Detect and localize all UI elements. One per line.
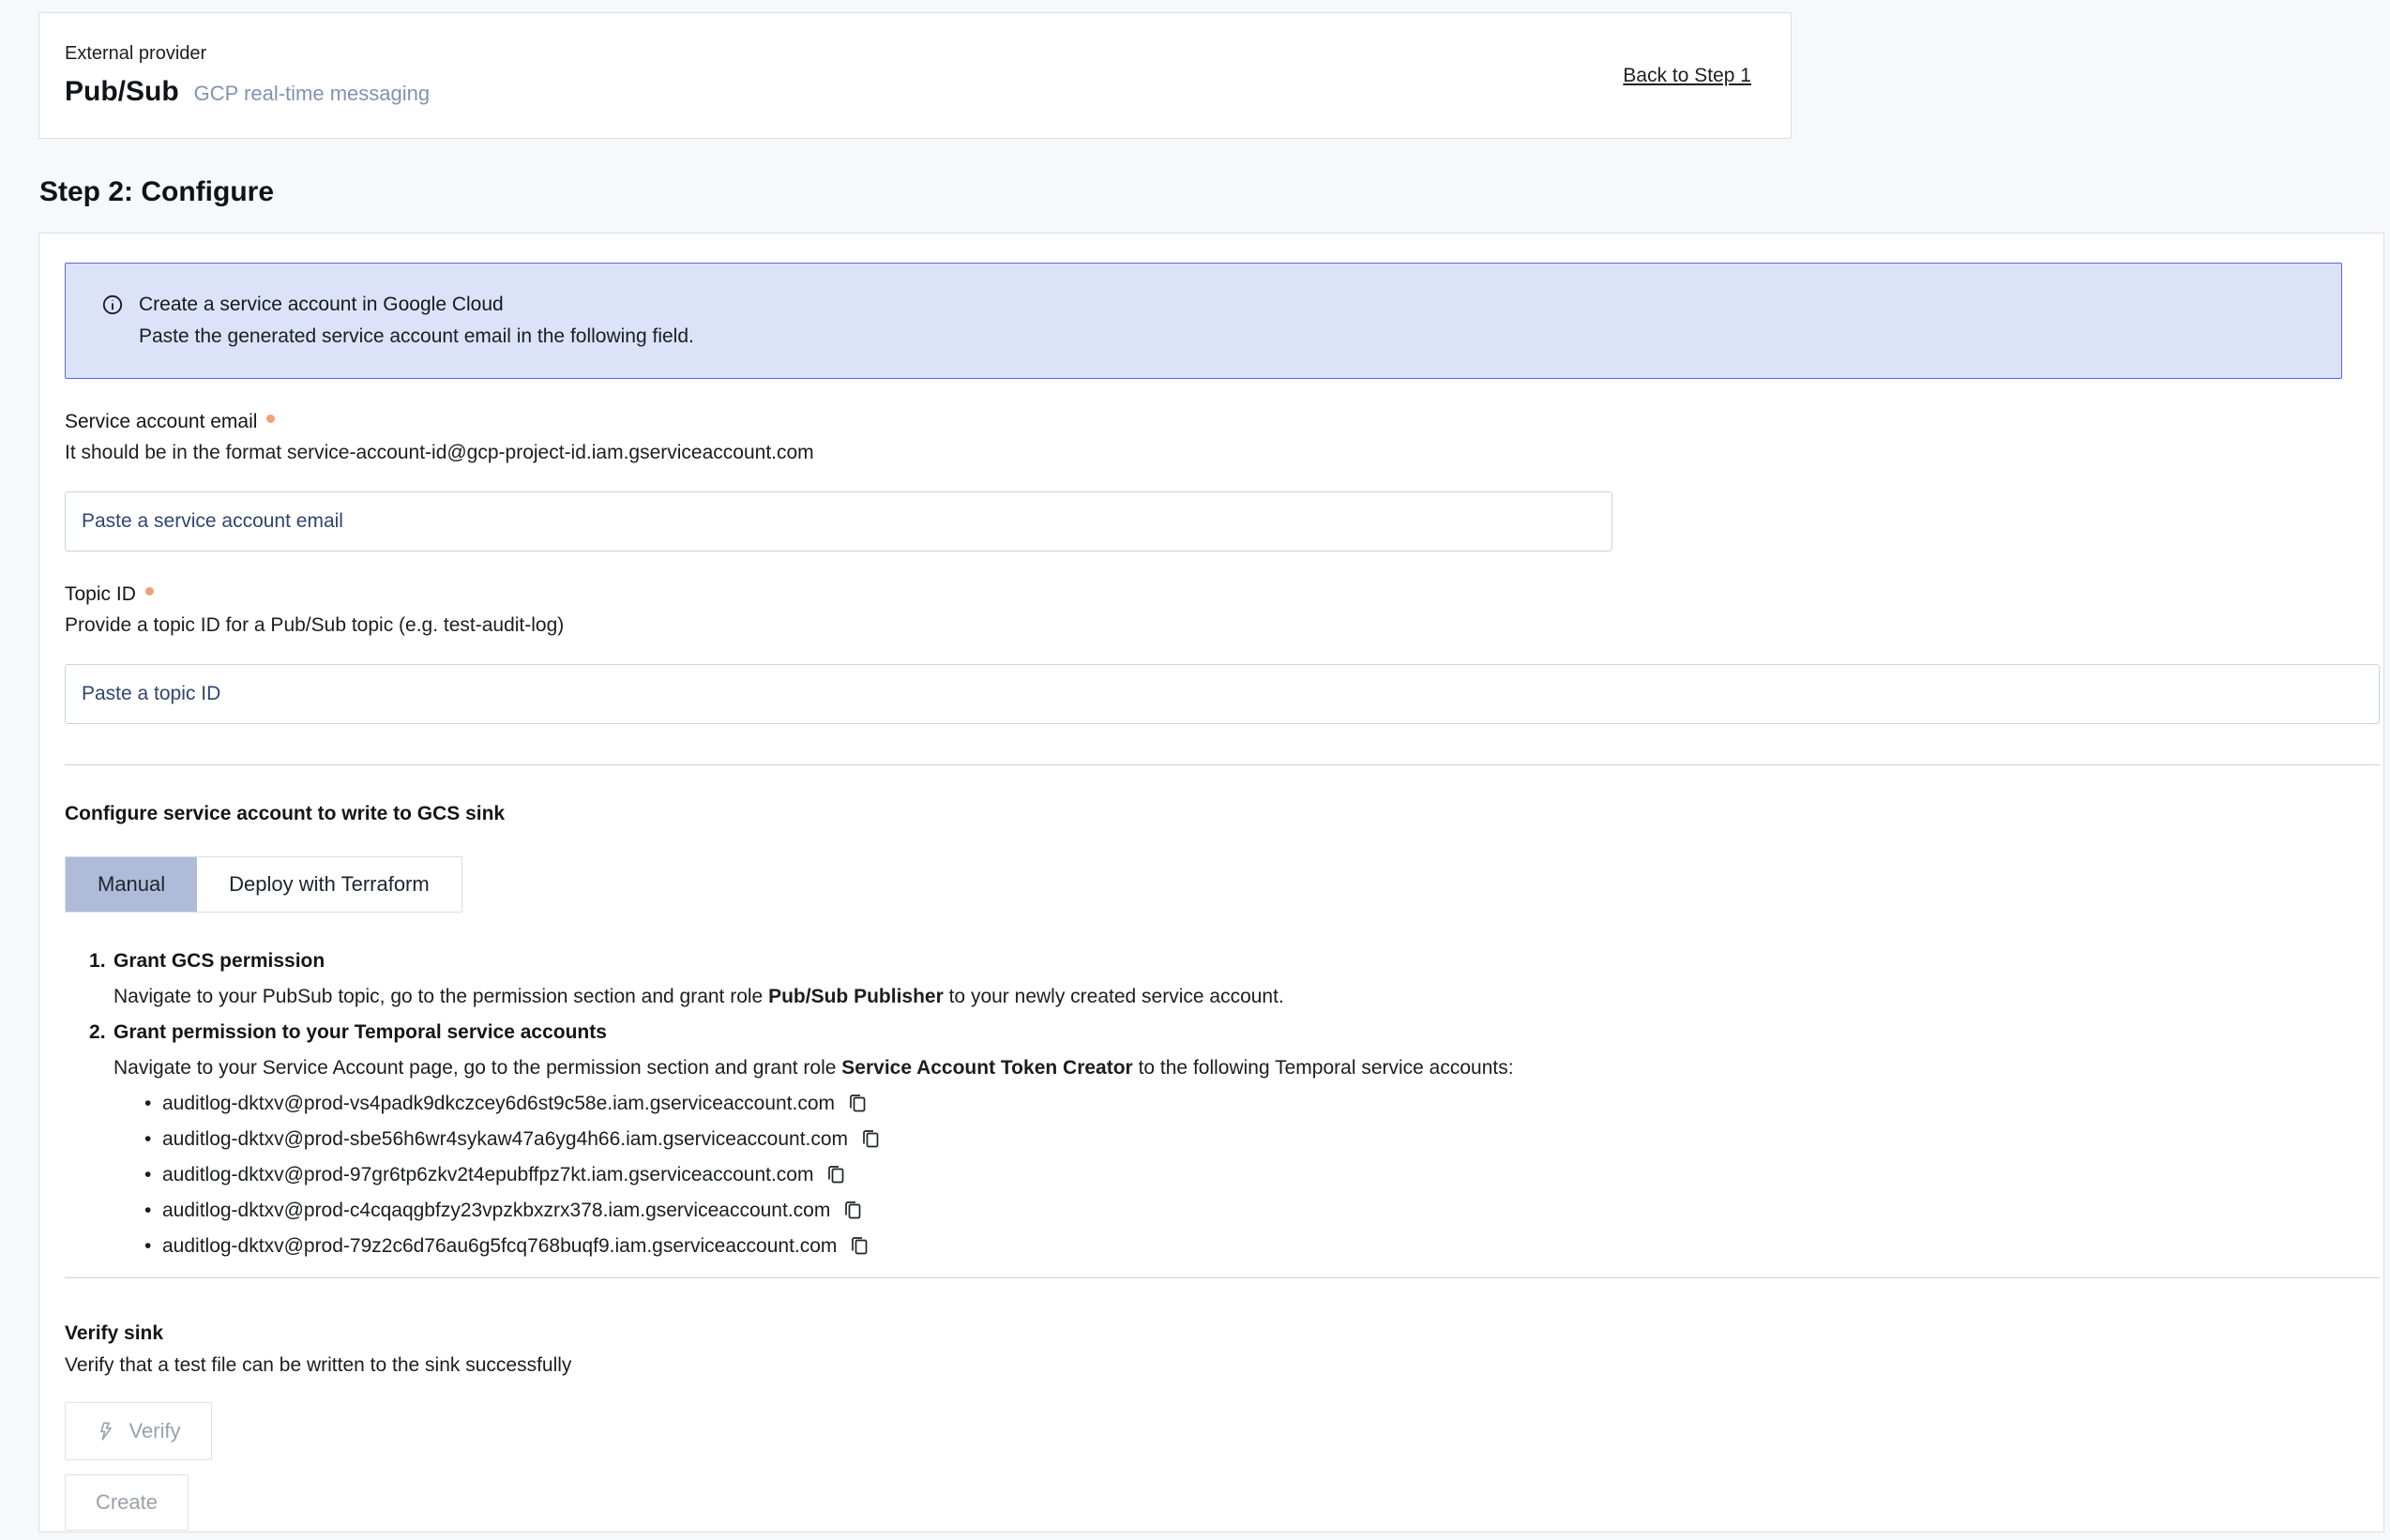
copy-icon[interactable] (848, 1234, 870, 1257)
provider-name: Pub/Sub (65, 76, 179, 108)
service-account-email-input[interactable] (65, 491, 1612, 551)
step-body: Navigate to your Service Account page, g… (113, 1050, 2362, 1086)
provider-card: External provider Pub/Sub GCP real-time … (38, 12, 1792, 139)
back-to-step-1-link[interactable]: Back to Step 1 (1623, 65, 1751, 87)
service-account-email-field: Service account email It should be in th… (65, 411, 2362, 551)
info-banner-title: Create a service account in Google Cloud (139, 289, 504, 321)
tab-manual[interactable]: Manual (66, 857, 197, 912)
step-body-text: Navigate to your Service Account page, g… (113, 1057, 841, 1079)
service-account-email-hint: It should be in the format service-accou… (65, 442, 2362, 464)
list-item: auditlog-dktxv@prod-79z2c6d76au6g5fcq768… (162, 1229, 2362, 1264)
step-title: Grant GCS permission (113, 944, 2362, 979)
info-banner-body: Paste the generated service account emai… (101, 321, 2313, 353)
create-button[interactable]: Create (65, 1474, 189, 1531)
copy-icon[interactable] (846, 1092, 869, 1114)
topic-id-field: Topic ID Provide a topic ID for a Pub/Su… (65, 583, 2362, 724)
step-body-text: to the following Temporal service accoun… (1133, 1057, 1514, 1079)
step-body-text: Navigate to your PubSub topic, go to the… (113, 986, 768, 1007)
manual-steps-list: Grant GCS permission Navigate to your Pu… (65, 944, 2362, 1264)
service-account-email: auditlog-dktxv@prod-sbe56h6wr4sykaw47a6y… (162, 1128, 848, 1150)
info-icon (101, 294, 124, 316)
info-banner: Create a service account in Google Cloud… (65, 263, 2342, 379)
service-account-email: auditlog-dktxv@prod-79z2c6d76au6g5fcq768… (162, 1235, 837, 1257)
section-divider (65, 764, 2380, 765)
topic-id-hint: Provide a topic ID for a Pub/Sub topic (… (65, 614, 2362, 637)
list-item: auditlog-dktxv@prod-vs4padk9dkczcey6d6st… (162, 1086, 2362, 1122)
lightning-icon (96, 1421, 116, 1442)
service-account-email: auditlog-dktxv@prod-97gr6tp6zkv2t4epubff… (162, 1164, 813, 1185)
service-account-email: auditlog-dktxv@prod-c4cqaqgbfzy23vpzkbxz… (162, 1200, 830, 1221)
topic-id-input[interactable] (65, 664, 2380, 724)
copy-icon[interactable] (841, 1199, 864, 1221)
step-title: Grant permission to your Temporal servic… (113, 1015, 2362, 1050)
list-item: auditlog-dktxv@prod-c4cqaqgbfzy23vpzkbxz… (162, 1193, 2362, 1229)
provider-tagline: GCP real-time messaging (194, 82, 430, 106)
provider-info: External provider Pub/Sub GCP real-time … (65, 43, 430, 108)
service-account-email-label: Service account email (65, 411, 257, 433)
step-body-text: to your newly created service account. (944, 986, 1284, 1007)
role-name: Pub/Sub Publisher (768, 986, 944, 1007)
copy-icon[interactable] (859, 1127, 882, 1150)
verify-sink-heading: Verify sink (65, 1322, 2362, 1345)
step-body: Navigate to your PubSub topic, go to the… (113, 979, 2362, 1015)
required-indicator (266, 415, 275, 423)
section-divider (65, 1277, 2380, 1278)
service-account-list: auditlog-dktxv@prod-vs4padk9dkczcey6d6st… (113, 1086, 2362, 1264)
topic-id-label: Topic ID (65, 583, 136, 606)
service-account-email: auditlog-dktxv@prod-vs4padk9dkczcey6d6st… (162, 1093, 835, 1114)
required-indicator (145, 587, 154, 596)
copy-icon[interactable] (824, 1163, 847, 1185)
verify-button[interactable]: Verify (65, 1402, 212, 1460)
step-item-grant-gcs: Grant GCS permission Navigate to your Pu… (113, 944, 2362, 1015)
verify-sink-description: Verify that a test file can be written t… (65, 1354, 2362, 1377)
step-item-grant-temporal: Grant permission to your Temporal servic… (113, 1015, 2362, 1264)
provider-eyebrow: External provider (65, 43, 430, 65)
list-item: auditlog-dktxv@prod-97gr6tp6zkv2t4epubff… (162, 1157, 2362, 1193)
sink-config-tab-group: Manual Deploy with Terraform (65, 856, 462, 913)
tab-deploy-with-terraform[interactable]: Deploy with Terraform (197, 857, 461, 912)
role-name: Service Account Token Creator (841, 1057, 1132, 1079)
configure-sink-heading: Configure service account to write to GC… (65, 803, 2362, 825)
list-item: auditlog-dktxv@prod-sbe56h6wr4sykaw47a6y… (162, 1122, 2362, 1157)
verify-button-label: Verify (129, 1419, 180, 1443)
configure-card: Create a service account in Google Cloud… (38, 233, 2384, 1532)
step-heading: Step 2: Configure (39, 176, 2390, 208)
